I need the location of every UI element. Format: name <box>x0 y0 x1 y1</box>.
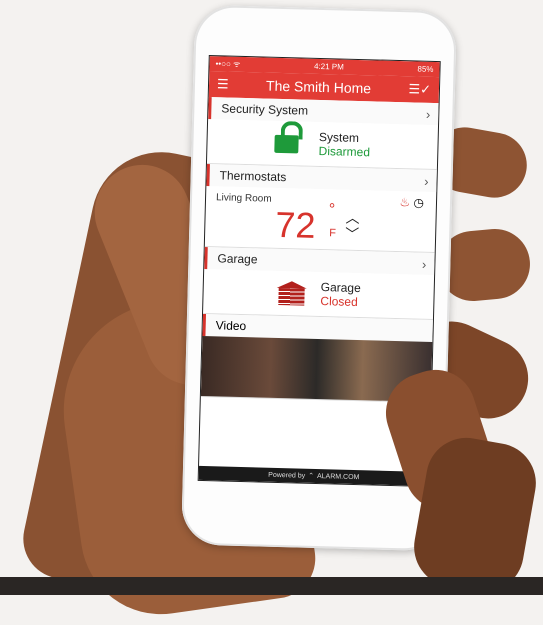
app-title: The Smith Home <box>265 77 372 97</box>
carrier-signal: ••○○ ᯤ <box>215 59 241 69</box>
footer: Powered by ⌃ ALARM.COM <box>198 465 429 486</box>
thermostat-mode-icons: ♨ ◷ <box>399 195 424 210</box>
security-state: Disarmed <box>318 143 371 160</box>
chevron-down-icon[interactable]: ﹀ <box>345 226 359 242</box>
garage-section: Garage › Garage Closed <box>203 246 435 320</box>
battery-level: 85% <box>417 64 434 74</box>
thermostats-section: Thermostats › Living Room ♨ ◷ 72 ° F ︿ ﹀ <box>204 164 437 254</box>
thermostat-room: Living Room <box>215 192 272 205</box>
security-body[interactable]: System Disarmed <box>207 119 438 169</box>
temperature-stepper[interactable]: ︿ ﹀ <box>345 210 360 242</box>
chevron-up-icon[interactable]: ︿ <box>345 210 359 226</box>
video-heading: Video <box>215 318 247 334</box>
garage-body[interactable]: Garage Closed <box>203 269 434 319</box>
unlocked-padlock-icon <box>274 120 306 156</box>
status-time: 4:21 PM <box>313 61 344 72</box>
security-label: System <box>318 129 360 145</box>
garage-heading: Garage <box>217 251 258 267</box>
security-section: Security System › System Disarmed <box>206 97 439 171</box>
hamburger-menu-icon[interactable]: ☰ <box>217 76 229 92</box>
brand-name: ALARM.COM <box>316 472 360 481</box>
chevron-right-icon[interactable]: › <box>424 173 429 188</box>
flame-icon: ♨ <box>399 195 411 210</box>
security-heading: Security System <box>221 101 309 118</box>
degree-symbol: ° <box>328 201 336 219</box>
garage-label: Garage <box>320 280 361 296</box>
temperature-unit: F <box>329 227 337 240</box>
temperature-value: 72 <box>274 203 316 246</box>
chevron-right-icon[interactable]: › <box>422 256 427 271</box>
thermostats-heading: Thermostats <box>219 168 287 185</box>
alarm-logo-icon: ⌃ <box>308 472 315 480</box>
menu-check-icon[interactable]: ☰✓ <box>408 81 431 98</box>
thermostat-body: Living Room ♨ ◷ 72 ° F ︿ ﹀ <box>205 186 436 252</box>
clock-icon: ◷ <box>413 195 425 210</box>
garage-door-icon <box>276 280 307 306</box>
chevron-right-icon[interactable]: › <box>426 106 431 121</box>
garage-state: Closed <box>320 294 358 310</box>
powered-by-text: Powered by <box>268 471 306 480</box>
background-bar <box>0 577 543 595</box>
